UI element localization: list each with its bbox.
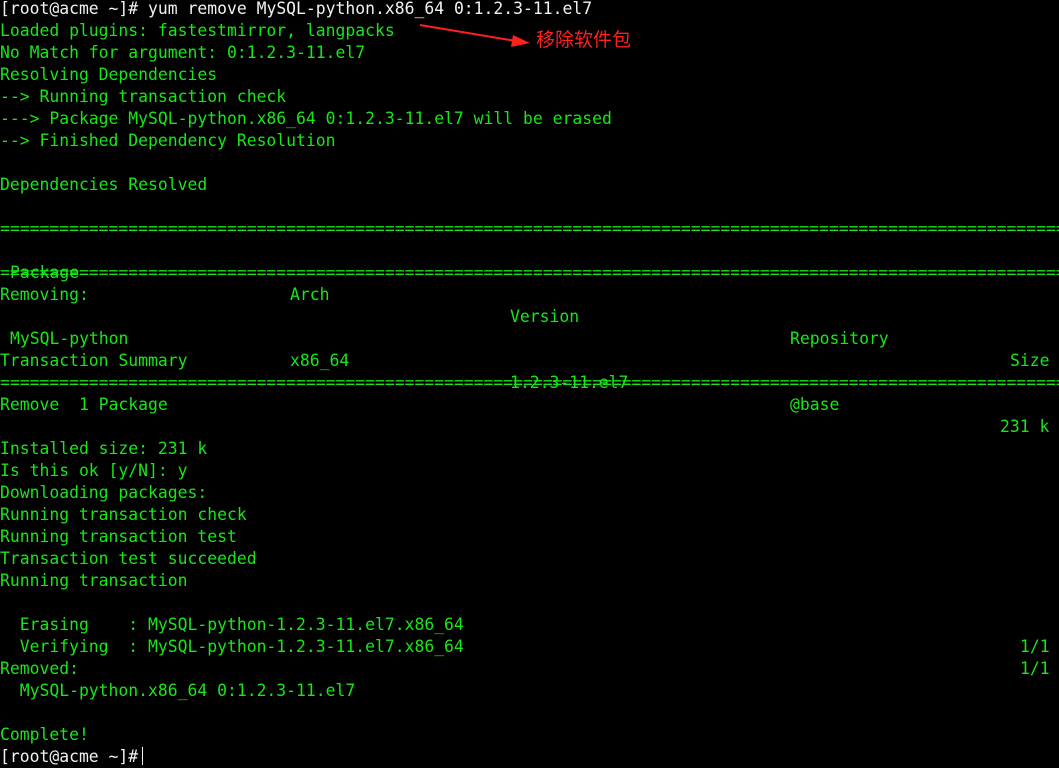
output-finished-resolution: --> Finished Dependency Resolution [0, 131, 336, 150]
step-verifying: Verifying : MySQL-python-1.2.3-11.el7.x8… [0, 614, 1059, 678]
output-no-match: No Match for argument: 0:1.2.3-11.el7 [0, 43, 366, 62]
step-action: Verifying : MySQL-python-1.2.3-11.el7.x8… [0, 637, 464, 656]
output-loaded-plugins: Loaded plugins: fastestmirror, langpacks [0, 21, 395, 40]
output-running-tx-check: Running transaction check [0, 505, 247, 524]
cell-package: MySQL-python [10, 329, 129, 348]
step-erasing: Erasing : MySQL-python-1.2.3-11.el7.x86_… [0, 592, 1059, 656]
output-removed-package: MySQL-python.x86_64 0:1.2.3-11.el7 [0, 681, 356, 700]
table-header-arch: Arch [290, 285, 330, 304]
separator-line: ========================================… [0, 219, 1059, 238]
command-line: [root@acme ~]# yum remove MySQL-python.x… [0, 0, 592, 20]
cell-arch: x86_64 [290, 351, 350, 370]
output-remove-count: Remove 1 Package [0, 395, 168, 414]
cell-repository: @base [790, 395, 840, 414]
output-running-tx-test: Running transaction test [0, 527, 237, 546]
shell-prompt: [root@acme ~]# [0, 747, 139, 766]
table-header-row: Package Arch Version Repository Size [0, 240, 1059, 370]
cell-size: 231 k [1000, 417, 1050, 436]
annotation-label: 移除软件包 [536, 29, 632, 51]
shell-prompt: [root@acme ~]# [0, 0, 139, 18]
table-row: MySQL-python x86_64 1.2.3-11.el7 @base 2… [0, 306, 1059, 436]
output-removed-label: Removed: [0, 659, 79, 678]
text-cursor [142, 747, 144, 765]
output-downloading: Downloading packages: [0, 483, 208, 502]
output-installed-size: Installed size: 231 k [0, 439, 208, 458]
command-text: yum remove MySQL-python.x86_64 0:1.2.3-1… [148, 0, 593, 18]
table-section-removing: Removing: [0, 285, 89, 304]
separator-line: ========================================… [0, 373, 1059, 392]
output-deps-resolved: Dependencies Resolved [0, 175, 208, 194]
output-tx-test-succeeded: Transaction test succeeded [0, 549, 257, 568]
table-header-size: Size [1010, 351, 1050, 370]
output-resolving: Resolving Dependencies [0, 65, 218, 84]
output-package-erased: ---> Package MySQL-python.x86_64 0:1.2.3… [0, 109, 612, 128]
step-progress: 1/1 [1020, 659, 1050, 678]
table-header-repository: Repository [790, 329, 889, 348]
output-running-check: --> Running transaction check [0, 87, 287, 106]
step-progress: 1/1 [1020, 637, 1050, 656]
output-confirm-prompt: Is this ok [y/N]: y [0, 461, 188, 480]
output-transaction-summary: Transaction Summary [0, 351, 188, 370]
active-prompt-line[interactable]: [root@acme ~]# [0, 746, 144, 768]
output-complete: Complete! [0, 725, 89, 744]
output-running-tx: Running transaction [0, 571, 188, 590]
terminal-window[interactable]: [root@acme ~]# yum remove MySQL-python.x… [0, 0, 1059, 768]
separator-line: ========================================… [0, 263, 1059, 282]
